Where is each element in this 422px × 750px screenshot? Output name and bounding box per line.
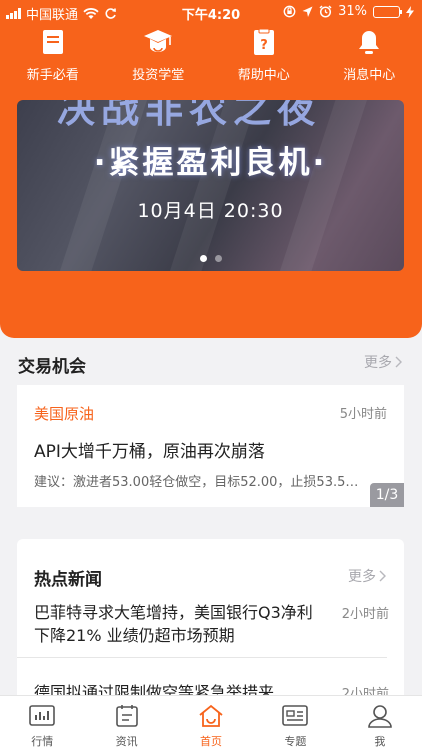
quick-nav-label: 新手必看	[26, 68, 79, 83]
quick-nav-investment-school[interactable]: 投资学堂	[106, 26, 212, 88]
promo-banner[interactable]: 决战非农之夜 ·紧握盈利良机· 10月4日 20:30	[17, 100, 404, 271]
quick-nav-message-center[interactable]: 消息中心	[317, 26, 422, 88]
trade-opportunity-card[interactable]: 美国原油 5小时前 API大增千万桶，原油再次崩落 建议：激进者53.00轻仓做…	[17, 385, 404, 507]
quick-nav-label: 投资学堂	[132, 68, 185, 83]
hot-news-more-link[interactable]: 更多	[348, 566, 386, 586]
graduation-cap-icon	[141, 26, 175, 58]
banner-headline: ·紧握盈利良机·	[93, 145, 328, 181]
quick-nav-label: 消息中心	[343, 68, 396, 83]
tab-me[interactable]: 我	[338, 696, 422, 750]
news-icon	[113, 703, 141, 729]
opportunity-tag: 美国原油	[34, 405, 95, 423]
carousel-dot[interactable]	[214, 255, 222, 262]
alarm-icon	[319, 5, 332, 18]
trade-opportunities-title: 交易机会	[18, 357, 86, 377]
opportunity-time: 5小时前	[339, 407, 387, 422]
tab-market[interactable]: 行情	[0, 696, 84, 750]
opportunity-pager: 1/3	[370, 483, 404, 507]
user-icon	[366, 703, 394, 729]
opportunity-advice: 建议：激进者53.00轻仓做空，目标52.00，止损53.5…	[34, 475, 359, 490]
market-chart-icon	[28, 703, 56, 729]
news-divider	[17, 657, 387, 658]
status-bar: 中国联通 下午4:20 31%	[0, 0, 422, 24]
tab-news[interactable]: 资讯	[84, 696, 168, 750]
battery-icon	[373, 5, 402, 18]
hot-news-title: 热点新闻	[34, 570, 102, 590]
bottom-tab-bar: 行情 资讯 首页 专题 我	[0, 695, 422, 750]
carousel-dots	[17, 255, 404, 262]
tab-label: 首页	[200, 735, 223, 748]
quick-nav-label: 帮助中心	[237, 68, 290, 83]
tab-label: 行情	[31, 735, 54, 748]
banner-decorative-title: 决战非农之夜	[57, 100, 322, 131]
topic-icon	[281, 703, 309, 729]
quick-nav-help-center[interactable]: ? 帮助中心	[211, 26, 317, 88]
location-icon	[302, 6, 313, 17]
header-background: 中国联通 下午4:20 31% 新手必看 投资学堂 ? 帮助中心 消息中心 决战…	[0, 0, 422, 338]
bell-icon	[352, 26, 386, 58]
tab-topics[interactable]: 专题	[253, 696, 337, 750]
charging-icon	[406, 5, 414, 18]
banner-datetime: 10月4日 20:30	[137, 200, 284, 222]
home-icon	[197, 703, 225, 729]
lock-rotation-icon	[283, 5, 296, 18]
tab-label: 我	[374, 735, 386, 748]
help-document-icon: ?	[247, 26, 281, 58]
tab-label: 资讯	[115, 735, 138, 748]
quick-nav: 新手必看 投资学堂 ? 帮助中心 消息中心	[0, 26, 422, 88]
hot-news-card: 热点新闻 更多 巴菲特寻求大笔增持，美国银行Q3净利下降21% 业绩仍超市场预期…	[17, 539, 404, 709]
trade-opportunities-more-link[interactable]: 更多	[364, 352, 402, 372]
book-icon	[36, 26, 70, 58]
carousel-dot[interactable]	[199, 255, 207, 262]
tab-home[interactable]: 首页	[169, 696, 253, 750]
opportunity-headline: API大增千万桶，原油再次崩落	[34, 442, 265, 462]
battery-percent: 31%	[338, 4, 367, 19]
news-time: 2小时前	[341, 607, 389, 622]
svg-text:?: ?	[260, 38, 268, 53]
chevron-right-icon	[379, 570, 386, 582]
chevron-right-icon	[395, 356, 402, 368]
news-headline: 巴菲特寻求大笔增持，美国银行Q3净利下降21% 业绩仍超市场预期	[34, 603, 313, 645]
quick-nav-beginner-guide[interactable]: 新手必看	[0, 26, 106, 88]
news-item[interactable]: 巴菲特寻求大笔增持，美国银行Q3净利下降21% 业绩仍超市场预期 2小时前	[34, 601, 389, 647]
tab-label: 专题	[284, 735, 307, 748]
